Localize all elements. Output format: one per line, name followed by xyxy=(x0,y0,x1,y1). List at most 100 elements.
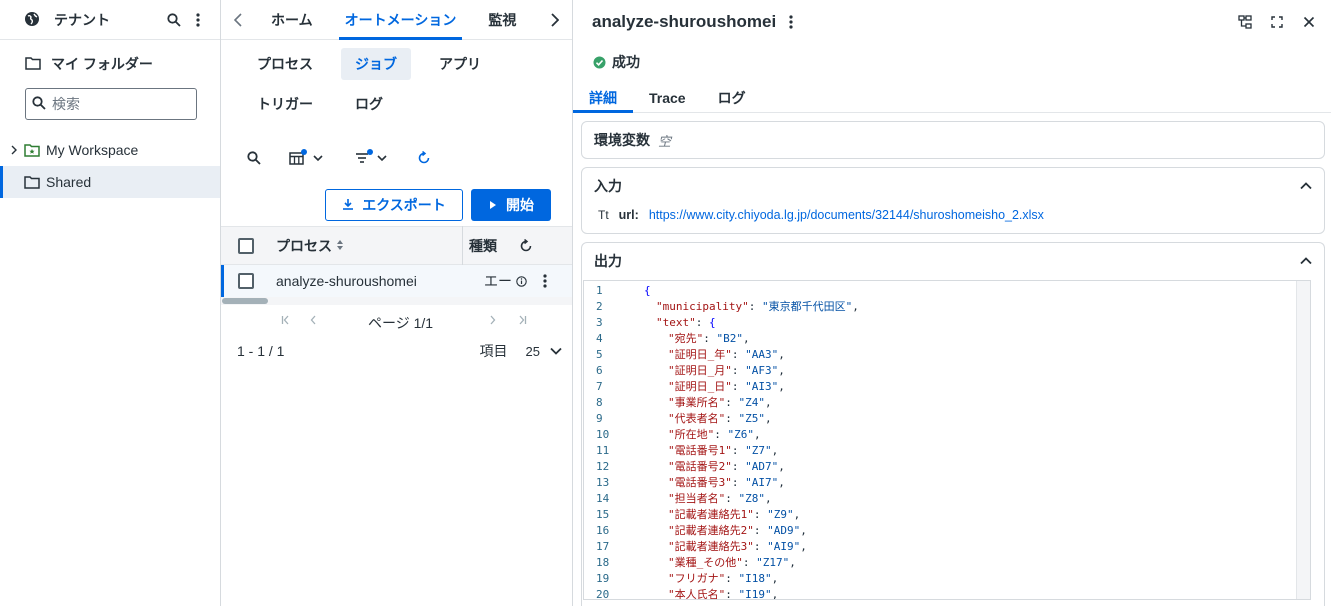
download-icon xyxy=(342,197,354,213)
json-value: "東京都千代田区" xyxy=(761,300,853,313)
page-size-select[interactable]: 25 xyxy=(526,344,562,359)
tree-item-my-workspace[interactable]: My Workspace xyxy=(0,134,220,166)
line-number: 5 xyxy=(596,348,603,361)
json-colon: : xyxy=(731,476,746,489)
chevron-right-icon[interactable] xyxy=(538,0,572,39)
code-line: 6 "証明日_月": "AF3", xyxy=(584,363,1310,379)
code-line: 14 "担当者名": "Z8", xyxy=(584,491,1310,507)
json-comma: , xyxy=(789,556,796,569)
json-value: "AA3" xyxy=(745,348,779,361)
search-icon[interactable] xyxy=(247,144,271,172)
json-colon: : xyxy=(731,460,746,473)
code-line: 15 "記載者連絡先1": "Z9", xyxy=(584,507,1310,523)
search-icon[interactable] xyxy=(162,8,186,32)
json-key: "municipality" xyxy=(656,300,749,313)
row-type: エー xyxy=(484,273,512,289)
output-json-viewer[interactable]: 1{2 "municipality": "東京都千代田区", 3 "text": {4… xyxy=(583,280,1311,600)
start-button[interactable]: 開始 xyxy=(471,189,551,221)
tab-automation[interactable]: オートメーション xyxy=(329,0,473,40)
hierarchy-icon[interactable] xyxy=(1233,10,1257,34)
input-argument: Tt url: https://www.city.chiyoda.lg.jp/d… xyxy=(598,208,1044,222)
column-header-process[interactable]: プロセス xyxy=(276,236,462,256)
folder-search-input[interactable] xyxy=(52,96,182,112)
subtab-apps[interactable]: アプリ xyxy=(425,48,495,80)
output-label: 出力 xyxy=(594,253,622,269)
folder-sidebar: テナント マイ フォルダー My Workspace Shar xyxy=(0,0,221,606)
play-icon xyxy=(488,197,498,213)
env-vars-card: 環境変数 空 xyxy=(581,121,1325,159)
subtab-triggers[interactable]: トリガー xyxy=(243,88,327,120)
sort-icon[interactable] xyxy=(336,238,344,254)
more-vertical-icon[interactable] xyxy=(543,274,547,288)
folder-search[interactable] xyxy=(25,88,197,120)
json-comma: , xyxy=(743,332,750,345)
info-icon[interactable] xyxy=(516,275,527,287)
json-colon: : xyxy=(731,348,746,361)
close-icon[interactable] xyxy=(1297,10,1321,34)
code-line: 9 "代表者名": "Z5", xyxy=(584,411,1310,427)
tree-item-shared[interactable]: Shared xyxy=(0,166,220,198)
scrollbar-thumb[interactable] xyxy=(222,298,268,304)
prev-page-icon[interactable] xyxy=(309,315,317,325)
json-value: "Z6" xyxy=(727,428,755,441)
more-vertical-icon[interactable] xyxy=(186,8,210,32)
json-key: "text" xyxy=(656,316,696,329)
columns-icon[interactable] xyxy=(289,144,329,172)
refresh-icon[interactable] xyxy=(519,238,533,253)
code-text: "text": { xyxy=(614,315,716,331)
output-card: 出力 1{2 "municipality": "東京都千代田区", 3 "text":… xyxy=(581,242,1325,606)
chevron-right-icon[interactable] xyxy=(0,145,24,155)
refresh-icon[interactable] xyxy=(417,144,437,172)
filter-icon[interactable] xyxy=(355,144,395,172)
job-detail-panel: analyze-shuroushomei 成功 詳細 Trace ログ 環境変数… xyxy=(572,0,1331,606)
chevron-up-icon[interactable] xyxy=(1294,174,1318,198)
json-colon: : xyxy=(742,556,757,569)
subtab-logs[interactable]: ログ xyxy=(341,88,397,120)
chevron-left-icon[interactable] xyxy=(221,0,255,39)
json-key: "証明日_月" xyxy=(668,364,732,377)
fullscreen-icon[interactable] xyxy=(1265,10,1289,34)
table-row[interactable]: analyze-shuroushomei エー xyxy=(221,265,572,297)
code-text: "事業所名": "Z4", xyxy=(614,395,772,411)
code-line: 11 "電話番号1": "Z7", xyxy=(584,443,1310,459)
horizontal-scrollbar[interactable] xyxy=(221,297,572,305)
chevron-down-icon xyxy=(550,347,562,355)
chevron-up-icon[interactable] xyxy=(1294,249,1318,273)
input-url-link[interactable]: https://www.city.chiyoda.lg.jp/documents… xyxy=(649,208,1044,222)
env-vars-label: 環境変数 xyxy=(594,132,650,148)
code-line: 7 "証明日_日": "AI3", xyxy=(584,379,1310,395)
line-number: 14 xyxy=(596,492,610,505)
code-text: "municipality": "東京都千代田区", xyxy=(614,299,859,315)
export-button[interactable]: エクスポート xyxy=(325,189,463,221)
last-page-icon[interactable] xyxy=(517,315,527,325)
json-key: "記載者連絡先2" xyxy=(668,524,754,537)
first-page-icon[interactable] xyxy=(281,315,291,325)
json-comma: , xyxy=(771,444,779,457)
next-page-icon[interactable] xyxy=(489,315,497,325)
tab-logs[interactable]: ログ xyxy=(702,83,762,112)
json-brace: { xyxy=(709,316,716,329)
row-checkbox[interactable] xyxy=(238,273,254,289)
tab-details[interactable]: 詳細 xyxy=(573,83,633,113)
code-text: "証明日_月": "AF3", xyxy=(614,363,785,379)
code-line: 17 "記載者連絡先3": "AI9", xyxy=(584,539,1310,555)
code-text: "フリガナ": "I18", xyxy=(614,571,778,587)
my-folder-header[interactable]: マイ フォルダー xyxy=(25,54,153,74)
subtab-processes[interactable]: プロセス xyxy=(243,48,327,80)
column-header-type[interactable]: 種類 xyxy=(469,236,509,256)
vertical-scrollbar[interactable] xyxy=(1296,281,1310,599)
subtab-jobs[interactable]: ジョブ xyxy=(341,48,411,80)
more-vertical-icon[interactable] xyxy=(779,10,803,34)
tab-monitoring[interactable]: 監視 xyxy=(472,0,532,39)
tab-trace[interactable]: Trace xyxy=(633,83,702,112)
page-size-value: 25 xyxy=(525,343,540,359)
tenant-label[interactable]: テナント xyxy=(54,10,162,30)
column-header-label: プロセス xyxy=(276,237,332,254)
code-line: 2 "municipality": "東京都千代田区", xyxy=(584,299,1310,315)
code-text: "本人氏名": "I19", xyxy=(614,587,778,599)
select-all-checkbox[interactable] xyxy=(238,237,254,254)
row-process-name[interactable]: analyze-shuroushomei xyxy=(276,273,484,289)
tab-home[interactable]: ホーム xyxy=(255,0,329,39)
json-value: "AD7" xyxy=(745,460,779,473)
json-comma: , xyxy=(800,540,807,553)
